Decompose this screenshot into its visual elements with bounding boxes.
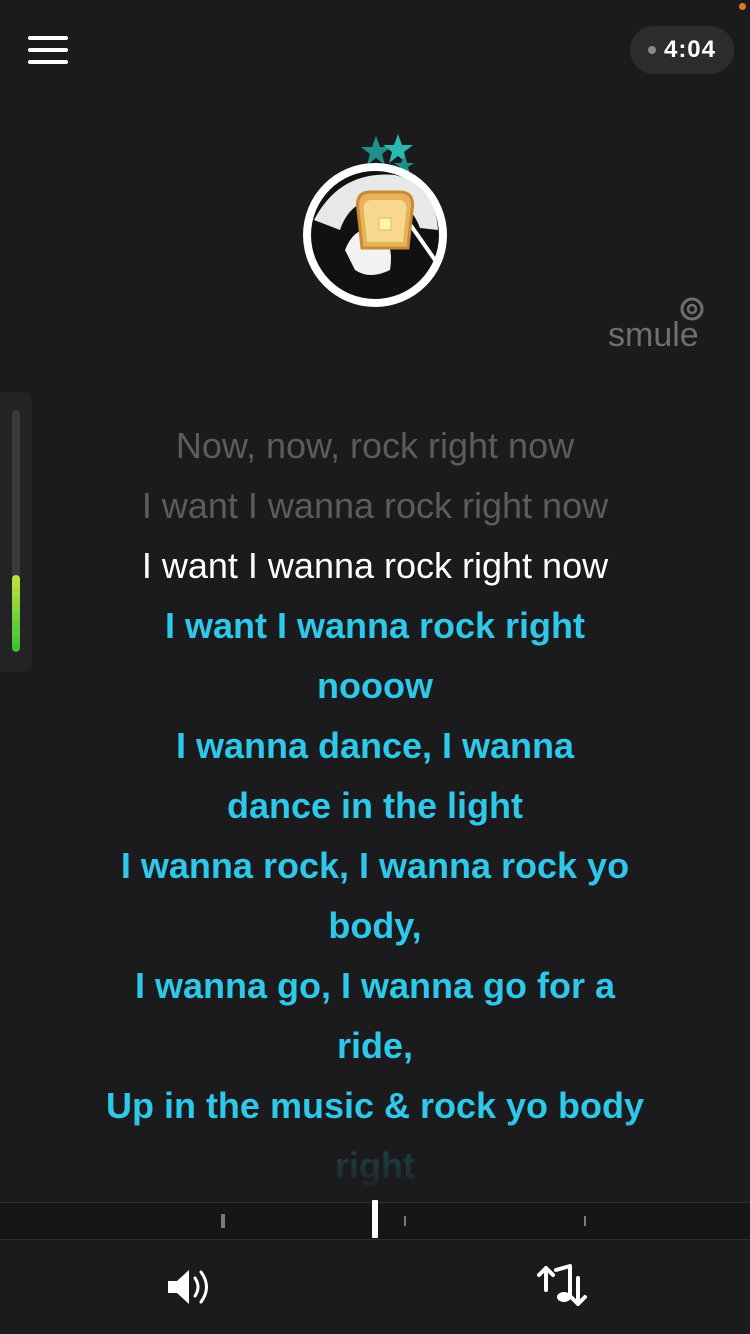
timeline-playhead[interactable] bbox=[372, 1200, 378, 1238]
menu-icon-line bbox=[28, 60, 68, 64]
lyric-line-upcoming: I wanna dance, I wanna bbox=[175, 725, 575, 766]
bottom-controls bbox=[0, 1240, 750, 1334]
lyric-line-past: I want I wanna rock right now bbox=[141, 485, 609, 526]
pitch-adjust-button[interactable] bbox=[532, 1260, 592, 1314]
lyric-line-upcoming: dance in the light bbox=[226, 785, 523, 826]
lyrics-panel: Now, now, rock right now I want I wanna … bbox=[0, 416, 750, 1196]
menu-icon-line bbox=[28, 48, 68, 52]
timer-pill: 4:04 bbox=[630, 26, 734, 74]
lyric-line-upcoming: I want I wanna rock right bbox=[164, 605, 586, 646]
status-indicator-dot bbox=[739, 3, 746, 10]
timer-text: 4:04 bbox=[663, 36, 717, 63]
menu-icon-line bbox=[28, 36, 68, 40]
singer-avatar-block[interactable] bbox=[300, 130, 450, 310]
lyric-line-upcoming: I wanna rock, I wanna rock yo bbox=[120, 845, 630, 886]
lyric-line-upcoming: ride, bbox=[336, 1025, 414, 1066]
volume-button[interactable] bbox=[160, 1260, 220, 1314]
pitch-adjust-icon bbox=[537, 1264, 587, 1306]
lyric-line-fading: right bbox=[335, 1145, 415, 1186]
smule-wordmark: smule bbox=[608, 316, 699, 354]
lyric-line-upcoming: I wanna go, I wanna go for a bbox=[134, 965, 616, 1006]
lyric-line-upcoming: Up in the music & rock yo body bbox=[105, 1085, 645, 1126]
lyric-line-upcoming: nooow bbox=[317, 665, 433, 706]
timeline-marker bbox=[584, 1216, 586, 1226]
volume-icon bbox=[168, 1270, 208, 1304]
menu-button[interactable] bbox=[24, 30, 72, 70]
toast-icon bbox=[356, 190, 414, 250]
lyric-line-past: Now, now, rock right now bbox=[175, 425, 575, 466]
timeline-marker bbox=[404, 1216, 406, 1226]
lyric-line-current: I want I wanna rock right now bbox=[141, 545, 609, 586]
lyric-line-upcoming: body, bbox=[328, 905, 422, 946]
avatar bbox=[303, 134, 447, 307]
timer-dot bbox=[647, 46, 656, 54]
smule-logo: smule bbox=[608, 295, 728, 355]
timeline-marker bbox=[221, 1214, 225, 1228]
